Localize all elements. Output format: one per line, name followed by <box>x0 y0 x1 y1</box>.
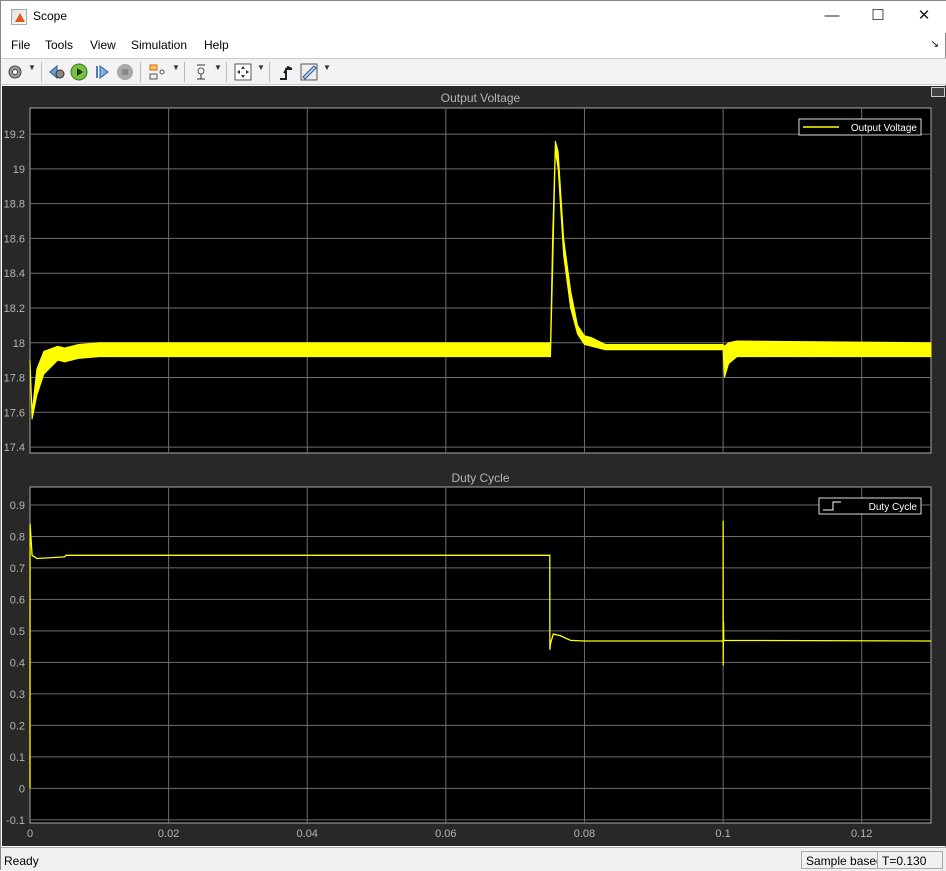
y-tick-label: 19.2 <box>4 129 25 141</box>
x-tick-label: 0.1 <box>715 828 730 840</box>
y-tick-label: 0.9 <box>10 500 25 512</box>
legend-label: Output Voltage <box>851 123 918 134</box>
status-bar: Ready Sample based T=0.130 <box>1 847 946 871</box>
x-tick-label: 0.04 <box>297 828 318 840</box>
x-tick-label: 0.02 <box>158 828 179 840</box>
y-tick-label: 17.4 <box>4 442 25 454</box>
legend-label: Duty Cycle <box>869 502 918 513</box>
y-tick-label: 0.6 <box>10 594 25 606</box>
y-tick-label: 0.4 <box>10 657 25 669</box>
y-tick-label: 0.1 <box>10 752 25 764</box>
y-tick-label: 0.2 <box>10 720 25 732</box>
x-tick-label: 0.12 <box>851 828 872 840</box>
y-tick-label: 0 <box>19 783 25 795</box>
y-tick-label: 0.7 <box>10 563 25 575</box>
x-tick-label: 0.06 <box>435 828 456 840</box>
undock-axes-icon[interactable] <box>931 87 945 97</box>
y-tick-label: 18.6 <box>4 233 25 245</box>
y-tick-label: 18 <box>13 338 25 350</box>
y-tick-label: 0.5 <box>10 626 25 638</box>
plot-title: Output Voltage <box>441 91 521 105</box>
y-tick-label: 19 <box>13 164 25 176</box>
x-tick-label: 0 <box>27 828 33 840</box>
status-text: Ready <box>4 854 39 868</box>
legend[interactable]: Duty Cycle <box>818 497 922 515</box>
y-tick-label: 18.4 <box>4 268 25 280</box>
sim-time: T=0.130 <box>877 851 943 869</box>
plot-title: Duty Cycle <box>451 471 509 485</box>
scope-plots: Output Voltage 17.4 17.6 17.8 18 18.2 18.4 18.6… <box>4 91 932 840</box>
y-tick-label: 18.8 <box>4 199 25 211</box>
sample-mode: Sample based <box>801 851 888 869</box>
axes-area[interactable] <box>29 486 932 824</box>
y-tick-label: 18.2 <box>4 303 25 315</box>
y-tick-label: 0.3 <box>10 689 25 701</box>
x-tick-label: 0.08 <box>574 828 595 840</box>
y-tick-label: 0.8 <box>10 531 25 543</box>
y-tick-label: 17.6 <box>4 407 25 419</box>
y-tick-label: -0.1 <box>6 815 25 827</box>
legend[interactable]: Output Voltage <box>798 118 922 136</box>
axes-area[interactable] <box>29 107 932 454</box>
y-tick-label: 17.8 <box>4 373 25 385</box>
